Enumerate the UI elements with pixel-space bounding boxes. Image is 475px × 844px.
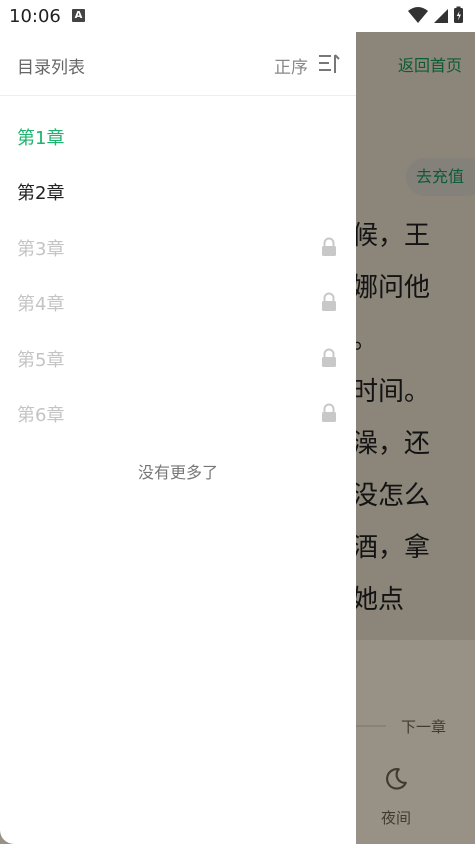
status-bar: 10:06 A: [0, 0, 475, 32]
battery-icon: [454, 6, 463, 23]
chapter-item-2[interactable]: 第2章: [0, 164, 356, 219]
chapter-label: 第4章: [17, 294, 65, 315]
chapter-label: 第5章: [17, 350, 65, 371]
chapter-item-5[interactable]: 第5章: [0, 331, 356, 386]
lock-icon: [322, 292, 336, 311]
chapter-item-1[interactable]: 第1章: [0, 109, 356, 164]
chapter-label: 第2章: [17, 183, 65, 204]
drawer-title: 目录列表: [17, 58, 85, 78]
status-time: 10:06: [9, 6, 61, 27]
chapter-item-6[interactable]: 第6章: [0, 386, 356, 441]
status-icons: [408, 6, 463, 23]
lock-icon: [322, 403, 336, 422]
chapter-label: 第1章: [17, 128, 65, 149]
lock-icon: [322, 348, 336, 367]
chapter-label: 第3章: [17, 239, 65, 260]
lock-icon: [322, 237, 336, 256]
chapter-item-4[interactable]: 第4章: [0, 275, 356, 330]
no-more-text: 没有更多了: [137, 463, 218, 482]
table-of-contents-drawer: 目录列表 正序 第1章 第2章 第3章 第4章 第5章 第6章 没有更多了: [0, 32, 356, 844]
sort-order-button[interactable]: 正序: [274, 53, 308, 78]
signal-icon: [434, 9, 448, 23]
sort-icon[interactable]: [318, 53, 340, 75]
wifi-icon: [408, 7, 428, 23]
notification-a-icon: A: [72, 9, 85, 22]
chapter-item-3[interactable]: 第3章: [0, 220, 356, 275]
chapter-label: 第6章: [17, 405, 65, 426]
drawer-header: 目录列表 正序: [0, 32, 356, 96]
